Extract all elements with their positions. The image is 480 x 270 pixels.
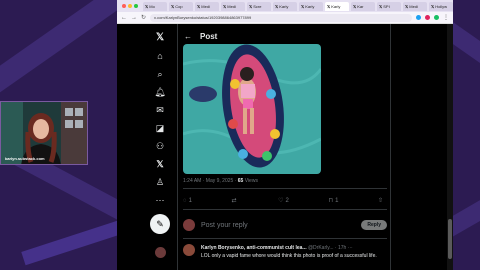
messages-icon[interactable]: ✉ [153,103,167,117]
divider [183,238,387,239]
reply-author: Karlyn Borysenko, anti-communist cult le… [201,245,353,251]
post-timestamp: 1:24 AM · May 9, 2025 · 65 Views [183,178,258,184]
reply-action[interactable]: ◌ 1 [183,197,192,204]
post-header: ← Post [178,28,392,44]
x-logo-icon[interactable]: 𝕏 [153,30,167,44]
like-action[interactable]: ♡ 2 [278,197,289,205]
back-arrow-icon[interactable]: ← [121,15,127,21]
url-field[interactable]: x.com/KarlynBorysenko/status/19203988648… [150,13,412,22]
browser-tab[interactable]: 𝕏 Medi [195,1,219,11]
reply-input[interactable]: Post your reply [201,222,361,229]
reply-composer: Post your reply Reply [183,216,387,234]
address-bar: ← → ↻ x.com/KarlynBorysenko/status/19203… [117,12,453,24]
x-sidebar-nav: 𝕏 ⌂ ⌕ 🔔︎ ✉ ◪ ⚇ 𝕏 ♙ ⋯ ✎ [147,24,173,270]
browser-tab[interactable]: 𝕏 Kar [351,1,375,11]
avatar[interactable] [183,244,195,256]
reply-icon: ◌ [183,197,187,204]
browser-tab[interactable]: 𝕏 Medi [403,1,427,11]
tab-bar: 𝕏 Mo 𝕏 Cop 𝕏 Medi 𝕏 Medi 𝕏 Scre 𝕏 Karly 𝕏 Karly… [117,0,453,12]
more-icon[interactable]: ··· [348,245,353,251]
browser-tab[interactable]: 𝕏 Hollyw [429,1,453,11]
page-title: Post [200,31,218,41]
browser-tab[interactable]: 𝕏 Karly [273,1,297,11]
share-action[interactable]: ⇧ [378,197,383,204]
forward-arrow-icon[interactable]: → [131,15,137,21]
scrollbar-thumb[interactable] [448,219,452,259]
avatar [183,219,195,231]
window-controls[interactable] [119,4,141,8]
feather-icon[interactable]: ✎ [150,214,170,234]
post-detail: ← Post 1:24 AM · May 9, 2025 · 65 Views … [177,24,391,270]
scrollbar[interactable] [447,24,453,270]
reply-text: LOL only a vapid fame whore would think … [201,253,377,259]
browser-window: 𝕏 Mo 𝕏 Cop 𝕏 Medi 𝕏 Medi 𝕏 Scre 𝕏 Karly 𝕏 Karly… [117,0,453,270]
extension-icon[interactable] [425,15,430,20]
browser-tab[interactable]: 𝕏 Medi [221,1,245,11]
browser-tab-active[interactable]: 𝕏 Karly [325,1,349,11]
post-actions: ◌ 1 ⇄ ♡ 2 ⊓ 1 ⇧ [183,197,383,205]
browser-tab[interactable]: 𝕏 Karly [299,1,323,11]
premium-icon[interactable]: 𝕏 [153,157,167,171]
webcam-overlay: karlyn.substack.com [0,101,88,165]
grok-icon[interactable]: ◪ [153,121,167,135]
browser-tab[interactable]: 𝕏 Scre [247,1,271,11]
notifications-icon[interactable]: 🔔︎ [153,85,167,99]
bookmark-icon: ⊓ [328,198,334,204]
home-icon[interactable]: ⌂ [153,49,167,63]
reload-icon[interactable]: ↻ [141,14,146,21]
post-photo[interactable] [183,44,321,174]
divider [183,209,387,210]
avatar[interactable] [155,247,166,258]
share-icon: ⇧ [377,198,383,204]
divider [183,188,387,189]
extension-icon[interactable] [416,15,421,20]
bookmark-action[interactable]: ⊓ 1 [328,197,338,205]
profile-icon[interactable]: ♙ [153,175,167,189]
retweet-icon: ⇄ [231,198,237,204]
browser-tab[interactable]: 𝕏 Mo [143,1,167,11]
retweet-action[interactable]: ⇄ [231,197,238,204]
communities-icon[interactable]: ⚇ [153,139,167,153]
browser-menu-icon[interactable]: ⋮ [443,14,449,21]
browser-tab[interactable]: 𝕏 SPI [377,1,401,11]
webcam-label: karlyn.substack.com [5,156,45,161]
browser-tab[interactable]: 𝕏 Cop [169,1,193,11]
more-icon[interactable]: ⋯ [153,193,167,207]
heart-icon: ♡ [278,198,284,204]
search-icon[interactable]: ⌕ [153,67,167,81]
profile-avatar-icon[interactable] [434,15,439,20]
reply-button[interactable]: Reply [361,220,387,230]
back-arrow-icon[interactable]: ← [184,32,192,41]
